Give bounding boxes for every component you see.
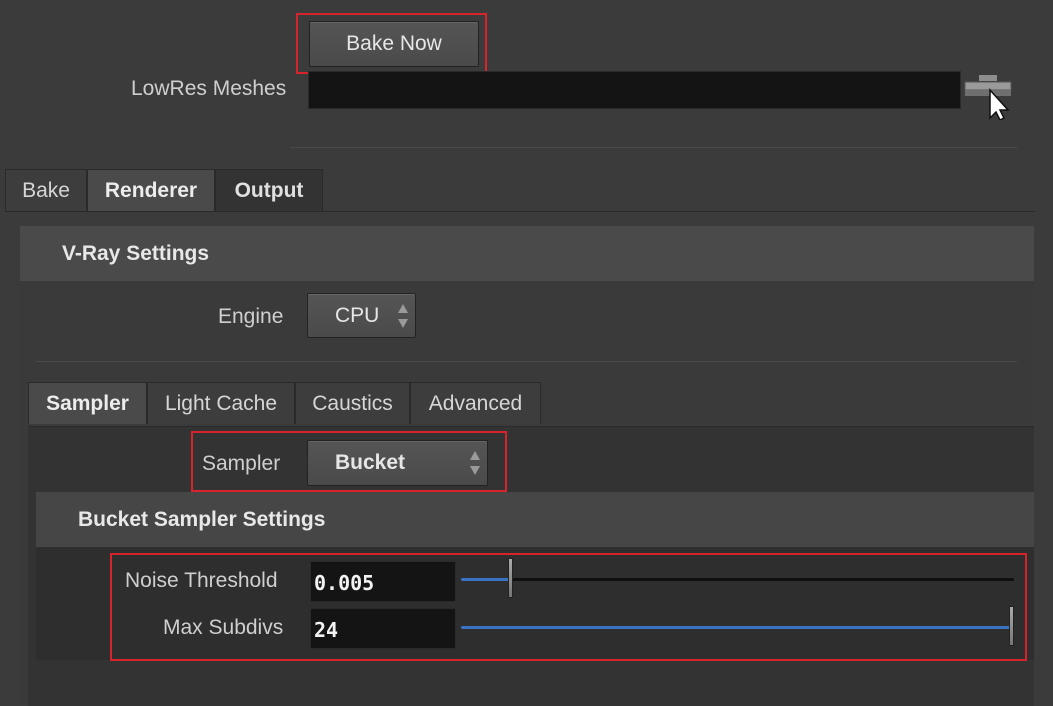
engine-dropdown[interactable]: CPU <box>307 293 416 338</box>
node-picker-icon[interactable] <box>963 74 1013 122</box>
tab-output[interactable]: Output <box>215 169 323 211</box>
bake-now-button[interactable]: Bake Now <box>309 21 479 67</box>
engine-spinner-icon <box>397 303 409 328</box>
sub-tab-bar: Sampler Light Cache Caustics Advanced <box>28 382 1034 426</box>
noise-threshold-slider-fill <box>461 578 511 581</box>
vray-divider <box>36 361 1017 362</box>
max-subdivs-slider-fill <box>461 626 1014 629</box>
sampler-spinner-icon <box>469 451 481 475</box>
bucket-settings-header: Bucket Sampler Settings <box>36 492 1034 547</box>
noise-threshold-input[interactable]: 0.005 <box>310 561 456 602</box>
vray-settings-header: V-Ray Settings <box>20 226 1034 281</box>
tab-renderer[interactable]: Renderer <box>87 169 215 211</box>
main-tab-baseline <box>5 211 1035 212</box>
sampler-value: Bucket <box>335 451 406 474</box>
tab-caustics[interactable]: Caustics <box>295 382 410 424</box>
tab-bake[interactable]: Bake <box>5 169 87 211</box>
noise-threshold-slider[interactable] <box>461 558 1014 598</box>
sampler-dropdown[interactable]: Bucket <box>307 440 488 486</box>
noise-threshold-label: Noise Threshold <box>125 569 278 592</box>
tab-sampler[interactable]: Sampler <box>28 382 147 424</box>
max-subdivs-slider-handle[interactable] <box>1009 606 1014 646</box>
lowres-meshes-field[interactable] <box>308 71 961 109</box>
tab-advanced[interactable]: Advanced <box>410 382 541 424</box>
main-tab-bar: Bake Renderer Output <box>5 169 1035 213</box>
max-subdivs-input[interactable]: 24 <box>310 608 456 649</box>
max-subdivs-label: Max Subdivs <box>163 616 284 639</box>
lowres-meshes-label: LowRes Meshes <box>131 77 287 100</box>
noise-threshold-slider-handle[interactable] <box>508 558 513 598</box>
engine-value: CPU <box>335 303 380 327</box>
tab-light-cache[interactable]: Light Cache <box>147 382 295 424</box>
sampler-label: Sampler <box>202 452 281 475</box>
top-divider <box>290 147 1017 148</box>
max-subdivs-slider[interactable] <box>461 606 1014 646</box>
engine-label: Engine <box>218 305 284 328</box>
